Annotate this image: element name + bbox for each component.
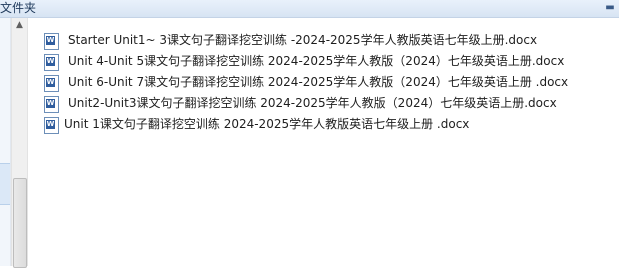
window-titlebar: 文件夹 ▬: [0, 0, 619, 18]
file-name: Unit 4-Unit 5课文句子翻译挖空训练 2024-2025学年人教版（2…: [68, 54, 565, 68]
navigation-pane[interactable]: [0, 18, 11, 266]
word-doc-icon: W: [44, 33, 59, 50]
vertical-scrollbar[interactable]: ▲: [11, 18, 28, 268]
nav-selected-item[interactable]: [0, 163, 10, 205]
scrollbar-thumb[interactable]: [13, 178, 27, 268]
scroll-up-arrow-icon[interactable]: ▲: [12, 18, 27, 32]
file-name: Unit 1课文句子翻译挖空训练 2024-2025学年人教版英语七年级上册 .…: [64, 117, 470, 131]
window-title: 文件夹: [0, 1, 37, 15]
file-name: Starter Unit1~ 3课文句子翻译挖空训练 -2024-2025学年人…: [68, 33, 538, 47]
window-control-icon[interactable]: ▬: [603, 1, 617, 15]
word-doc-icon: W: [44, 117, 59, 134]
word-doc-icon: W: [44, 54, 59, 71]
file-name: Unit 6-Unit 7课文句子翻译挖空训练 2024-2025学年人教版（2…: [68, 75, 569, 89]
word-doc-icon: W: [44, 75, 59, 92]
file-name: Unit2-Unit3课文句子翻译挖空训练 2024-2025学年人教版（202…: [68, 96, 557, 110]
word-doc-icon: W: [44, 96, 59, 113]
